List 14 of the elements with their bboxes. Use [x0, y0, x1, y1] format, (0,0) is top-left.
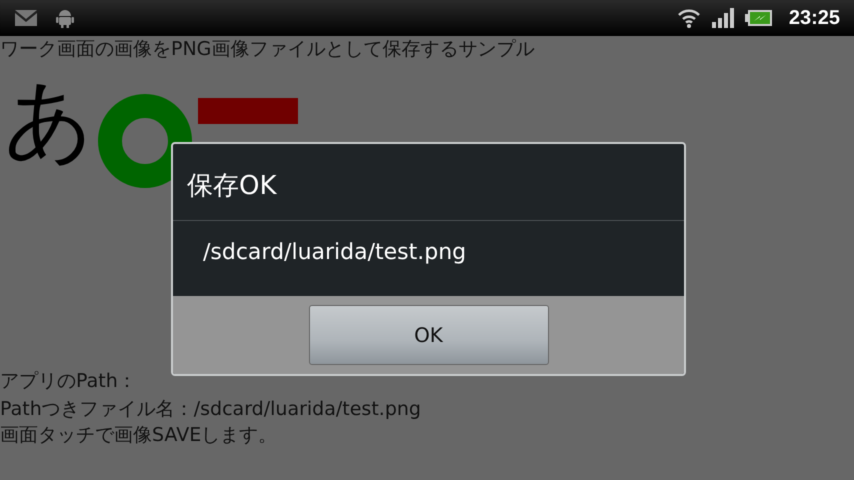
mail-icon: [14, 9, 38, 27]
info-text: Pathつきファイル名：/sdcard/luarida/test.png: [0, 397, 422, 422]
wifi-icon: [676, 8, 701, 28]
battery-charging-icon: [744, 9, 773, 27]
info-text: アプリのPath：: [0, 369, 138, 394]
signal-icon: [710, 8, 735, 28]
dialog-message: /sdcard/luarida/test.png: [202, 239, 468, 267]
android-icon: [54, 7, 76, 29]
info-text: 画面タッチで画像SAVEします。: [0, 423, 278, 448]
ok-button[interactable]: OK: [308, 305, 548, 365]
clock-time: 23:25: [788, 6, 840, 30]
dialog-title: 保存OK: [173, 144, 684, 221]
page-title: ワーク画面の画像をPNG画像ファイルとして保存するサンプル: [0, 37, 536, 62]
hiragana-character: あ: [4, 70, 94, 170]
